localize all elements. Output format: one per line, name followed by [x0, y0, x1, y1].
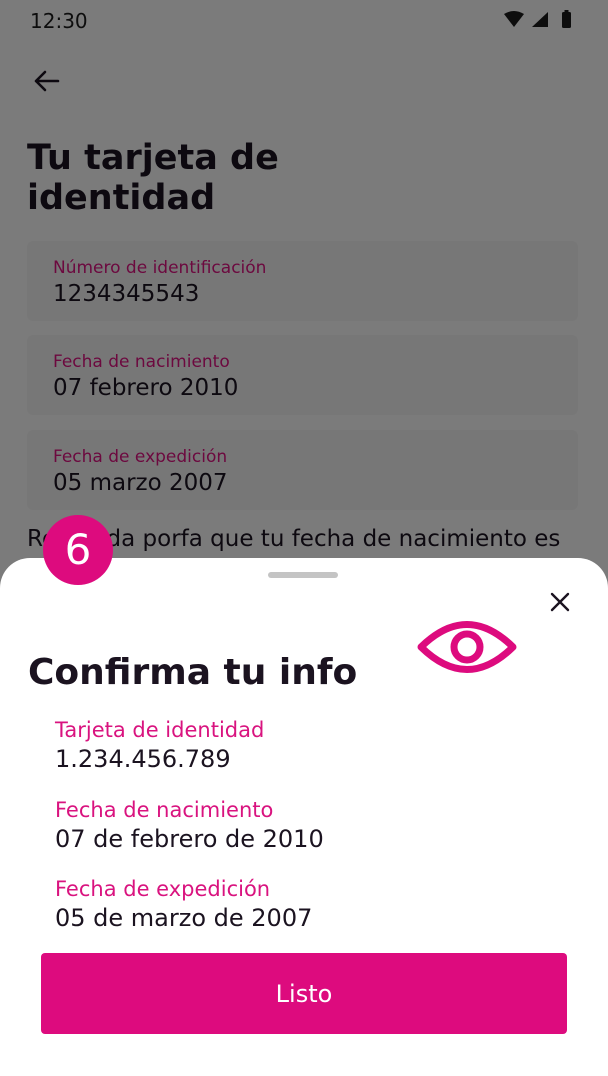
- info-value: 1.234.456.789: [55, 745, 231, 773]
- confirm-bottom-sheet: Confirma tu info Tarjeta de identidad 1.…: [0, 558, 608, 1076]
- info-label: Tarjeta de identidad: [55, 718, 265, 742]
- birth-date-info: Fecha de nacimiento 07 de febrero de 201…: [55, 797, 535, 855]
- issue-date-info: Fecha de expedición 05 de marzo de 2007: [55, 876, 535, 934]
- info-value: 05 de marzo de 2007: [55, 904, 313, 932]
- id-card-info: Tarjeta de identidad 1.234.456.789: [55, 717, 535, 775]
- info-label: Fecha de expedición: [55, 877, 271, 901]
- close-icon: [550, 592, 570, 612]
- done-button[interactable]: Listo: [41, 953, 567, 1034]
- close-button[interactable]: [540, 582, 580, 622]
- info-label: Fecha de nacimiento: [55, 798, 274, 822]
- drag-handle[interactable]: [268, 572, 338, 578]
- eye-icon: [417, 616, 517, 678]
- info-value: 07 de febrero de 2010: [55, 825, 324, 853]
- step-badge: 6: [43, 515, 113, 585]
- sheet-title: Confirma tu info: [28, 652, 358, 693]
